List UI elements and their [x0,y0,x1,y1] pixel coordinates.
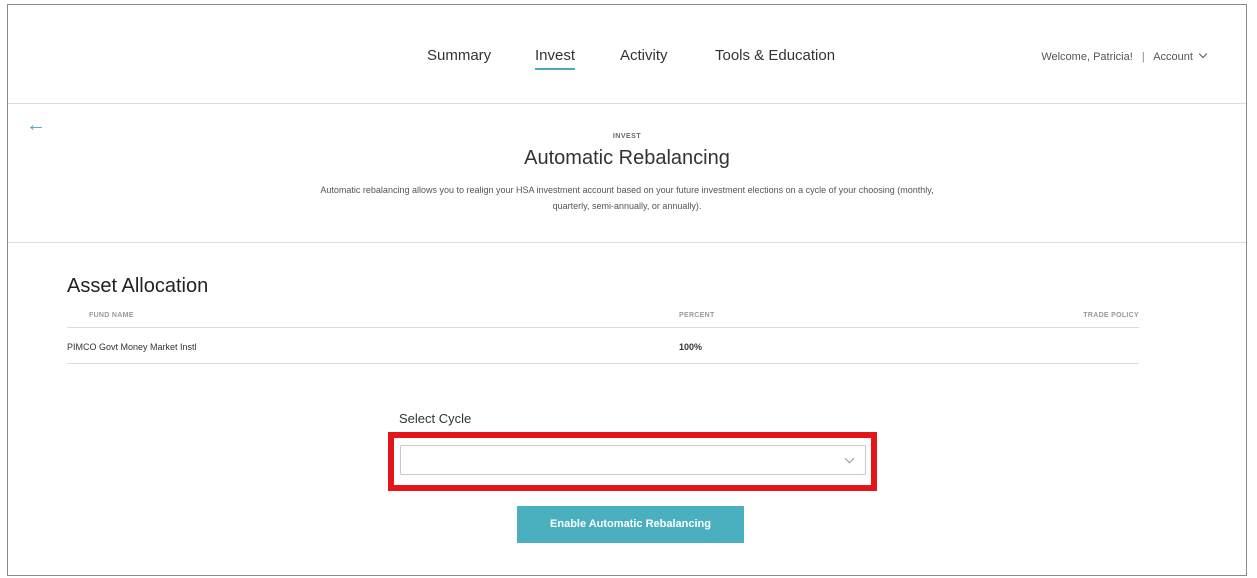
select-cycle-label: Select Cycle [399,411,472,426]
enable-automatic-rebalancing-button[interactable]: Enable Automatic Rebalancing [517,506,744,543]
account-menu[interactable]: Account [1153,49,1208,63]
fund-percent: 100% [679,342,703,352]
page-description: Automatic rebalancing allows you to real… [320,185,934,211]
asset-allocation-title: Asset Allocation [67,275,209,297]
page-eyebrow: INVEST [612,133,642,140]
asset-allocation-table: FUND NAME PERCENT TRADE POLICY PIMCO Gov… [67,309,1139,364]
nav-activity[interactable]: Activity [620,47,668,64]
chevron-down-icon [1198,49,1208,59]
welcome-text: Welcome, Patricia! [1041,51,1133,63]
table-row: PIMCO Govt Money Market Instl 100% [67,328,1139,364]
chevron-down-icon [844,453,855,464]
account-label: Account [1153,51,1193,63]
select-cycle-dropdown[interactable] [400,445,866,475]
arrow-left-icon[interactable]: ← [26,115,46,135]
nav-invest[interactable]: Invest [535,47,576,70]
page-header: ← INVEST Automatic Rebalancing Automatic… [8,103,1246,243]
nav-tools-education[interactable]: Tools & Education [715,47,835,64]
fund-name: PIMCO Govt Money Market Instl [67,342,197,352]
nav-summary[interactable]: Summary [427,47,491,64]
column-trade-policy: TRADE POLICY [1083,312,1139,319]
account-area: Welcome, Patricia! | Account [1041,49,1208,63]
table-header: FUND NAME PERCENT TRADE POLICY [67,309,1139,328]
page-title: Automatic Rebalancing [524,147,730,169]
top-navigation: Summary Invest Activity Tools & Educatio… [8,5,1246,104]
app-frame: Summary Invest Activity Tools & Educatio… [7,4,1247,576]
column-fund-name: FUND NAME [89,312,134,319]
separator: | [1141,51,1145,63]
column-percent: PERCENT [679,312,715,319]
